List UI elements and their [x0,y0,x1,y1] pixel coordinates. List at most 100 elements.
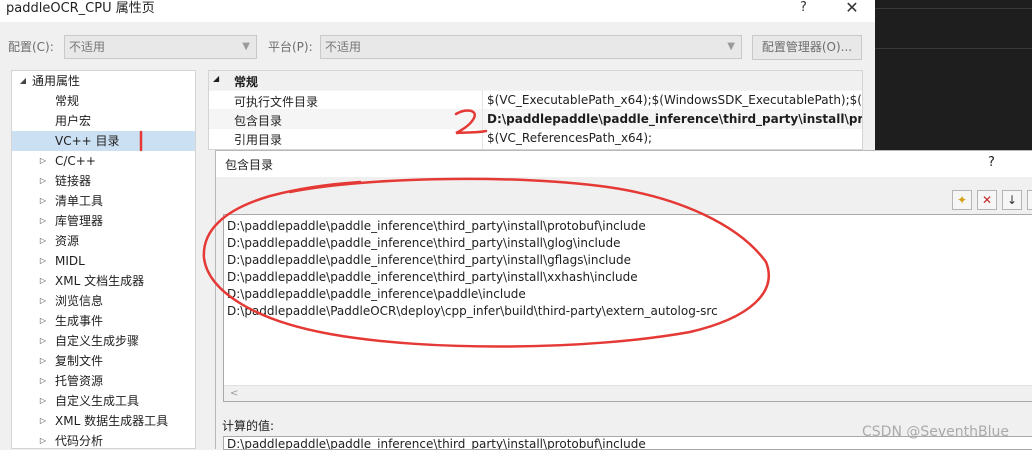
tree-item[interactable]: ▷ 生成事件 [12,311,195,331]
grid-row[interactable]: 可执行文件目录 $(VC_ExecutablePath_x64);$(Window… [209,90,862,109]
tree-item[interactable]: ▷ 复制文件 [12,351,195,371]
expand-arrow-icon[interactable]: ▷ [38,171,48,191]
tree-item[interactable]: ▷C/C++ [12,151,195,171]
grid-category-label: 常规 [234,73,258,90]
expand-arrow-icon[interactable]: ▷ [38,151,48,171]
tree-item-label: 自定义生成步骤 [55,331,139,351]
grid-row-key: 引用目录 [234,131,282,148]
tree-item[interactable]: ▷ 链接器 [12,171,195,191]
collapse-arrow-icon[interactable]: ◢ [213,74,219,83]
grid-row-value[interactable]: $(VC_ExecutablePath_x64);$(WindowsSDK_Ex… [487,93,863,107]
tree-item[interactable]: ▷ 资源 [12,231,195,251]
tree-item-label: 常规 [55,91,79,111]
tree-item[interactable]: 常规 [12,91,195,111]
chevron-down-icon: ▼ [242,36,250,58]
watermark: CSDN @SeventhBlue [862,424,1009,440]
move-up-button[interactable]: ↑ [1027,190,1032,210]
tree-item[interactable]: ▷ XML 文档生成器 [12,271,195,291]
chevron-down-icon: ▼ [727,36,735,58]
title-bar: paddleOCR_CPU 属性页 ? ✕ [0,0,875,22]
property-tree[interactable]: ◢通用属性常规用户宏VC++ 目录▷C/C++▷链接器▷清单工具▷库管理器▷资源… [11,70,196,449]
expand-arrow-icon[interactable]: ▷ [38,331,48,351]
tree-item-label: XML 文档生成器 [55,271,144,291]
tree-item[interactable]: ▷ 代码分析 [12,431,195,449]
expand-arrow-icon[interactable]: ▷ [38,371,48,391]
grid-row-value[interactable]: D:\paddlepaddle\paddle_inference\third_p… [487,112,863,126]
include-directories-dialog: 包含目录 ? ✦ ✕ ↓↑ D:\paddlepaddle\paddle_infer… [215,150,1032,449]
move-down-button[interactable]: ↓ [1002,190,1022,210]
include-path-line[interactable]: D:\paddlepaddle\paddle_inference\third_p… [227,269,638,286]
platform-label: 平台(P): [268,40,313,54]
include-path-line[interactable]: D:\paddlepaddle\paddle_inference\paddle\… [227,286,526,303]
include-path-line[interactable]: D:\paddlepaddle\paddle_inference\third_p… [227,235,621,252]
tree-item-label: 生成事件 [55,311,103,331]
include-path-line[interactable]: D:\paddlepaddle\paddle_inference\third_p… [227,252,631,269]
expand-arrow-icon[interactable]: ▷ [38,311,48,331]
tree-item[interactable]: ▷ XML 数据生成器工具 [12,411,195,431]
tree-item[interactable]: ▷ 自定义生成步骤 [12,331,195,351]
config-select[interactable]: 不适用 ▼ [64,35,257,59]
platform-select[interactable]: 不适用 ▼ [320,35,742,59]
new-line-folder-icon: ✦ [957,193,967,207]
expand-arrow-icon[interactable]: ▷ [38,211,48,231]
expand-arrow-icon[interactable]: ▷ [38,271,48,291]
tree-item-label: 托管资源 [55,371,103,391]
include-path-line[interactable]: D:\paddlepaddle\PaddleOCR\deploy\cpp_inf… [227,303,718,320]
tree-item[interactable]: ▷ 库管理器 [12,211,195,231]
help-button[interactable]: ? [800,0,814,16]
tree-item-label: 资源 [55,231,79,251]
dialog-help-button[interactable]: ? [988,155,995,170]
tree-item-label: 用户宏 [55,111,91,131]
tree-item-label: 库管理器 [55,211,103,231]
tree-item-label: 自定义生成工具 [55,391,139,411]
dialog-title: 包含目录 [225,156,273,173]
background-editor-area [875,0,1032,150]
tree-item-label: 链接器 [55,171,91,191]
expand-arrow-icon[interactable]: ▷ [38,431,48,449]
expand-arrow-icon[interactable]: ▷ [38,351,48,371]
tree-item-label: VC++ 目录 [55,131,120,151]
close-button[interactable]: ✕ [840,0,864,16]
configuration-manager-button[interactable]: 配置管理器(O)... [752,35,862,60]
evaluated-value-line: D:\paddlepaddle\paddle_inference\third_p… [227,437,646,450]
expand-arrow-icon[interactable]: ▷ [38,411,48,431]
tree-item[interactable]: ▷浏览信息 [12,291,195,311]
tree-item-label: 通用属性 [32,71,80,91]
tree-item-label: 复制文件 [55,351,103,371]
include-path-line[interactable]: D:\paddlepaddle\paddle_inference\third_p… [227,218,646,235]
grid-row-value[interactable]: $(VC_ReferencesPath_x64); [487,131,652,145]
tree-item[interactable]: VC++ 目录 [12,131,195,151]
new-line-folder-button[interactable]: ✦ [952,190,972,210]
collapse-arrow-icon[interactable]: ◢ [18,71,28,91]
scroll-left-icon[interactable]: < [230,386,238,402]
tree-item[interactable]: ▷ MIDL [12,251,195,271]
grid-row[interactable]: 包含目录 D:\paddlepaddle\paddle_inference\thi… [209,109,862,128]
tree-item[interactable]: ◢通用属性 [12,71,195,91]
tree-item-label: MIDL [55,251,85,271]
horizontal-scrollbar[interactable]: < [224,385,1032,401]
delete-line-icon: ✕ [982,193,992,207]
grid-column-divider[interactable] [482,90,483,150]
dialog-title-bar: 包含目录 ? [216,151,1032,177]
expand-arrow-icon[interactable]: ▷ [38,391,48,411]
expand-arrow-icon[interactable]: ▷ [38,291,48,311]
include-directories-list[interactable]: D:\paddlepaddle\paddle_inference\third_p… [223,214,1032,402]
property-grid[interactable]: ◢ 常规 可执行文件目录 $(VC_ExecutablePath_x64);$(W… [208,70,863,150]
tree-item-label: 代码分析 [55,431,103,449]
grid-category-general[interactable]: ◢ 常规 [209,71,862,90]
expand-arrow-icon[interactable]: ▷ [38,191,48,211]
expand-arrow-icon[interactable]: ▷ [38,251,48,271]
grid-row-key: 包含目录 [234,112,282,129]
platform-select-value: 不适用 [325,40,361,54]
grid-row-key: 可执行文件目录 [234,93,318,110]
tree-item[interactable]: ▷ 自定义生成工具 [12,391,195,411]
tree-item[interactable]: 用户宏 [12,111,195,131]
tree-item-label: 清单工具 [55,191,103,211]
expand-arrow-icon[interactable]: ▷ [38,231,48,251]
tree-item[interactable]: ▷ 清单工具 [12,191,195,211]
grid-row[interactable]: 引用目录 $(VC_ReferencesPath_x64); [209,128,862,147]
tree-item[interactable]: ▷ 托管资源 [12,371,195,391]
config-label: 配置(C): [8,40,54,54]
delete-line-button[interactable]: ✕ [977,190,997,210]
tree-item-label: XML 数据生成器工具 [55,411,168,431]
